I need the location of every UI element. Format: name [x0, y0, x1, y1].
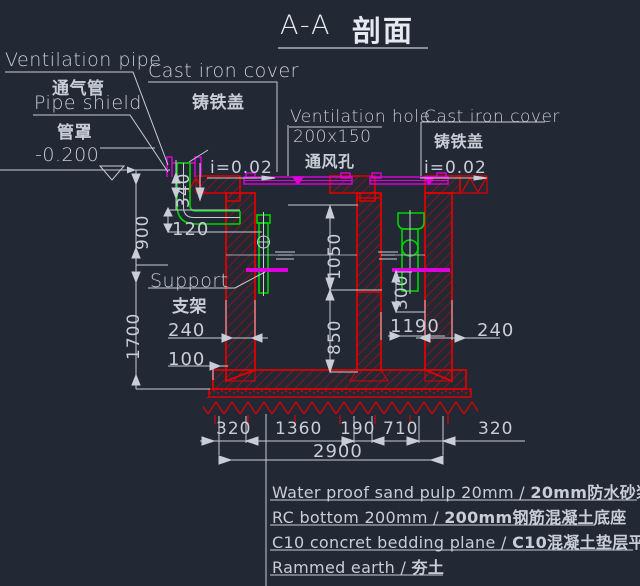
material-note-4-en: Rammed earth	[272, 558, 396, 577]
dim-horizontal-240-left: 240	[168, 320, 206, 341]
dim-chain-710: 710	[383, 419, 419, 439]
material-note-4: Rammed earth / 夯土	[272, 554, 444, 578]
material-note-2-cn: 200mm钢筋混凝土底座	[444, 508, 627, 527]
material-note-4-cn: 夯土	[411, 558, 445, 577]
dim-vertical-850: 850	[325, 319, 345, 355]
label-pipe-shield-cn: 管罩	[57, 123, 92, 143]
label-ventilation-pipe-en: Ventilation pipe	[5, 49, 162, 71]
material-note-2-sep: /	[433, 508, 439, 527]
dim-vertical-300: 300	[392, 274, 412, 310]
label-support-en: Support	[150, 270, 229, 292]
label-support-cn: 支架	[172, 297, 207, 317]
rammed-earth-layer	[203, 397, 478, 415]
material-note-2-en: RC bottom 200mm	[272, 508, 428, 527]
material-note-3: C10 concret bedding plane / C10混凝土垫层平面	[272, 529, 640, 553]
support-bracket-right	[392, 268, 450, 272]
material-note-3-en: C10 concret bedding plane	[272, 533, 496, 552]
dim-vertical-340: 340	[174, 172, 194, 208]
dim-chain-320-right: 320	[478, 419, 514, 439]
dim-vertical-1700: 1700	[124, 312, 144, 360]
label-cast-iron-cover-right-en: Cast iron cover	[424, 107, 560, 127]
water-level-symbol-left	[275, 251, 295, 260]
concrete-structure	[187, 175, 488, 424]
label-cast-iron-cover-left-cn: 铸铁盖	[192, 93, 245, 113]
material-note-3-cn: C10混凝土垫层平面	[512, 533, 640, 552]
label-ventilation-hole-en: Ventilation hole	[290, 107, 431, 127]
slope-label-left: i=0.02	[210, 158, 273, 178]
label-cast-iron-cover-right-cn: 铸铁盖	[434, 132, 484, 151]
elevation-triangle-icon	[98, 165, 126, 181]
support-bracket-left	[246, 268, 288, 272]
material-note-1: Water proof sand pulp 20mm / 20mm防水砂浆	[272, 479, 640, 503]
material-note-2: RC bottom 200mm / 200mm钢筋混凝土底座	[272, 504, 627, 528]
dim-horizontal-240-right: 240	[477, 320, 515, 341]
page-title-section: A-A	[280, 10, 332, 41]
dim-vertical-1050: 1050	[325, 232, 345, 280]
material-note-1-en: Water proof sand pulp 20mm	[272, 483, 514, 502]
page-title-cn: 剖面	[352, 14, 415, 48]
dim-chain-190: 190	[340, 419, 376, 439]
dim-chain-1360: 1360	[275, 419, 323, 439]
dim-overall-2900: 2900	[313, 441, 363, 462]
material-note-4-sep: /	[400, 558, 407, 577]
slope-label-right: i=0.02	[424, 158, 487, 178]
label-pipe-shield-en: Pipe shield	[34, 92, 142, 114]
dim-horizontal-100: 100	[168, 349, 206, 370]
label-elevation-value: -0.200	[35, 144, 100, 166]
label-ventilation-hole-size: 200x150	[293, 127, 372, 147]
material-note-1-cn: 20mm防水砂浆	[530, 483, 640, 502]
material-note-3-sep: /	[501, 533, 507, 552]
dim-horizontal-1190: 1190	[390, 316, 440, 337]
cad-drawing-canvas: A-A 剖面 Ventilation pipe 通气管 Pipe shield …	[0, 0, 640, 586]
dim-vertical-120: 120	[172, 219, 210, 240]
label-ventilation-hole-cn: 通风孔	[305, 152, 355, 171]
dim-chain-320-left: 320	[216, 419, 252, 439]
c10-bedding-layer	[208, 388, 472, 398]
dim-vertical-900: 900	[133, 214, 153, 250]
label-cast-iron-cover-left-en: Cast iron cover	[148, 60, 299, 82]
material-note-1-sep: /	[519, 483, 525, 502]
